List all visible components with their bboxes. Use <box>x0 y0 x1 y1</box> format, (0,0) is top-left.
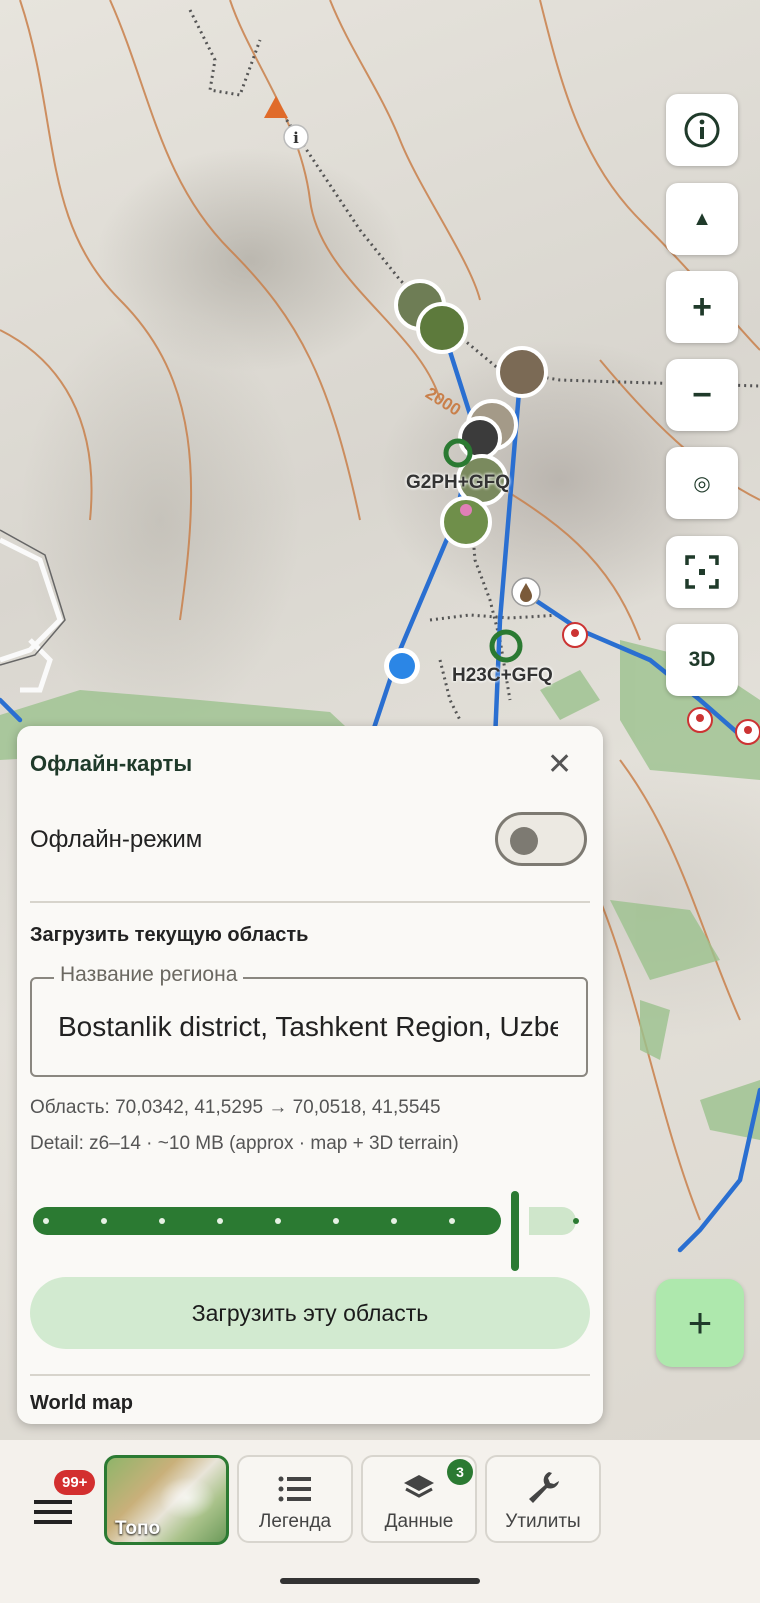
bottom-toolbar: 99+ Топо Легенда Данные 3 Утилиты <box>0 1440 760 1603</box>
3d-button[interactable]: 3D <box>666 624 738 696</box>
topo-label: Топо <box>115 1518 161 1539</box>
topo-basemap-button[interactable]: Топо <box>104 1455 229 1545</box>
region-name-field[interactable]: Название региона Bostanlik district, Tas… <box>30 963 588 1077</box>
panel-title: Офлайн-карты <box>30 751 193 776</box>
3d-label: 3D <box>688 648 716 671</box>
data-label: Данные <box>384 1511 454 1532</box>
add-button[interactable]: + <box>656 1279 744 1367</box>
utilities-button[interactable]: Утилиты <box>485 1455 601 1543</box>
data-count-badge: 3 <box>447 1459 473 1485</box>
slider-inactive-track <box>529 1207 576 1235</box>
slider-thumb[interactable] <box>511 1191 519 1271</box>
data-button[interactable]: Данные 3 <box>361 1455 477 1543</box>
marker-label-g2ph[interactable]: G2PH+GFQ <box>406 472 510 494</box>
info-icon <box>684 112 720 148</box>
notification-badge: 99+ <box>54 1470 96 1495</box>
slider-tick <box>217 1218 223 1224</box>
locate-button[interactable]: ◎ <box>666 447 738 519</box>
north-arrow-icon: ▲ <box>692 207 712 230</box>
plus-icon: + <box>692 287 712 326</box>
locate-icon: ◎ <box>693 472 711 495</box>
offline-mode-label: Офлайн-режим <box>30 826 203 853</box>
zoom-out-button[interactable]: − <box>666 359 738 431</box>
wrench-icon <box>529 1472 559 1503</box>
hamburger-icon <box>34 1500 72 1524</box>
divider <box>30 901 590 903</box>
north-button[interactable]: ▲ <box>666 183 738 255</box>
home-indicator <box>280 1578 480 1584</box>
region-name-input[interactable]: Bostanlik district, Tashkent Region, Uzb… <box>58 1011 558 1043</box>
download-area-button[interactable]: Загрузить эту область <box>30 1277 590 1349</box>
list-icon <box>278 1476 311 1502</box>
area-coordinates: Область: 70,0342, 41,5295 → 70,0518, 41,… <box>30 1097 441 1118</box>
slider-end-stop <box>573 1218 579 1224</box>
slider-tick <box>159 1218 165 1224</box>
fullscreen-icon <box>685 555 719 589</box>
minus-icon: − <box>692 375 712 414</box>
layers-icon <box>404 1475 434 1498</box>
detail-info: Detail: z6–14 · ~10 MB (approx · map + 3… <box>30 1133 459 1154</box>
slider-tick <box>449 1218 455 1224</box>
zoom-range-slider[interactable] <box>33 1191 593 1271</box>
menu-button[interactable]: 99+ <box>26 1470 96 1540</box>
svg-text:i: i <box>293 129 299 147</box>
offline-maps-panel: Офлайн-карты ✕ Офлайн-режим Загрузить те… <box>17 726 603 1424</box>
close-icon[interactable]: ✕ <box>547 750 572 780</box>
download-section-title: Загрузить текущую область <box>30 924 309 946</box>
fullscreen-button[interactable] <box>666 536 738 608</box>
slider-tick <box>333 1218 339 1224</box>
legend-label: Легенда <box>258 1511 332 1532</box>
world-map-section-title: World map <box>30 1392 133 1414</box>
divider <box>30 1374 590 1376</box>
zoom-in-button[interactable]: + <box>666 271 738 343</box>
marker-label-h23c[interactable]: H23C+GFQ <box>452 665 553 687</box>
info-button[interactable] <box>666 94 738 166</box>
slider-tick <box>275 1218 281 1224</box>
plus-icon: + <box>687 1299 713 1346</box>
slider-tick <box>43 1218 49 1224</box>
slider-tick <box>391 1218 397 1224</box>
utilities-label: Утилиты <box>505 1511 581 1532</box>
region-name-label: Название региона <box>54 963 244 987</box>
toggle-knob <box>510 827 538 855</box>
offline-mode-toggle[interactable] <box>495 812 587 866</box>
slider-tick <box>101 1218 107 1224</box>
legend-button[interactable]: Легенда <box>237 1455 353 1543</box>
